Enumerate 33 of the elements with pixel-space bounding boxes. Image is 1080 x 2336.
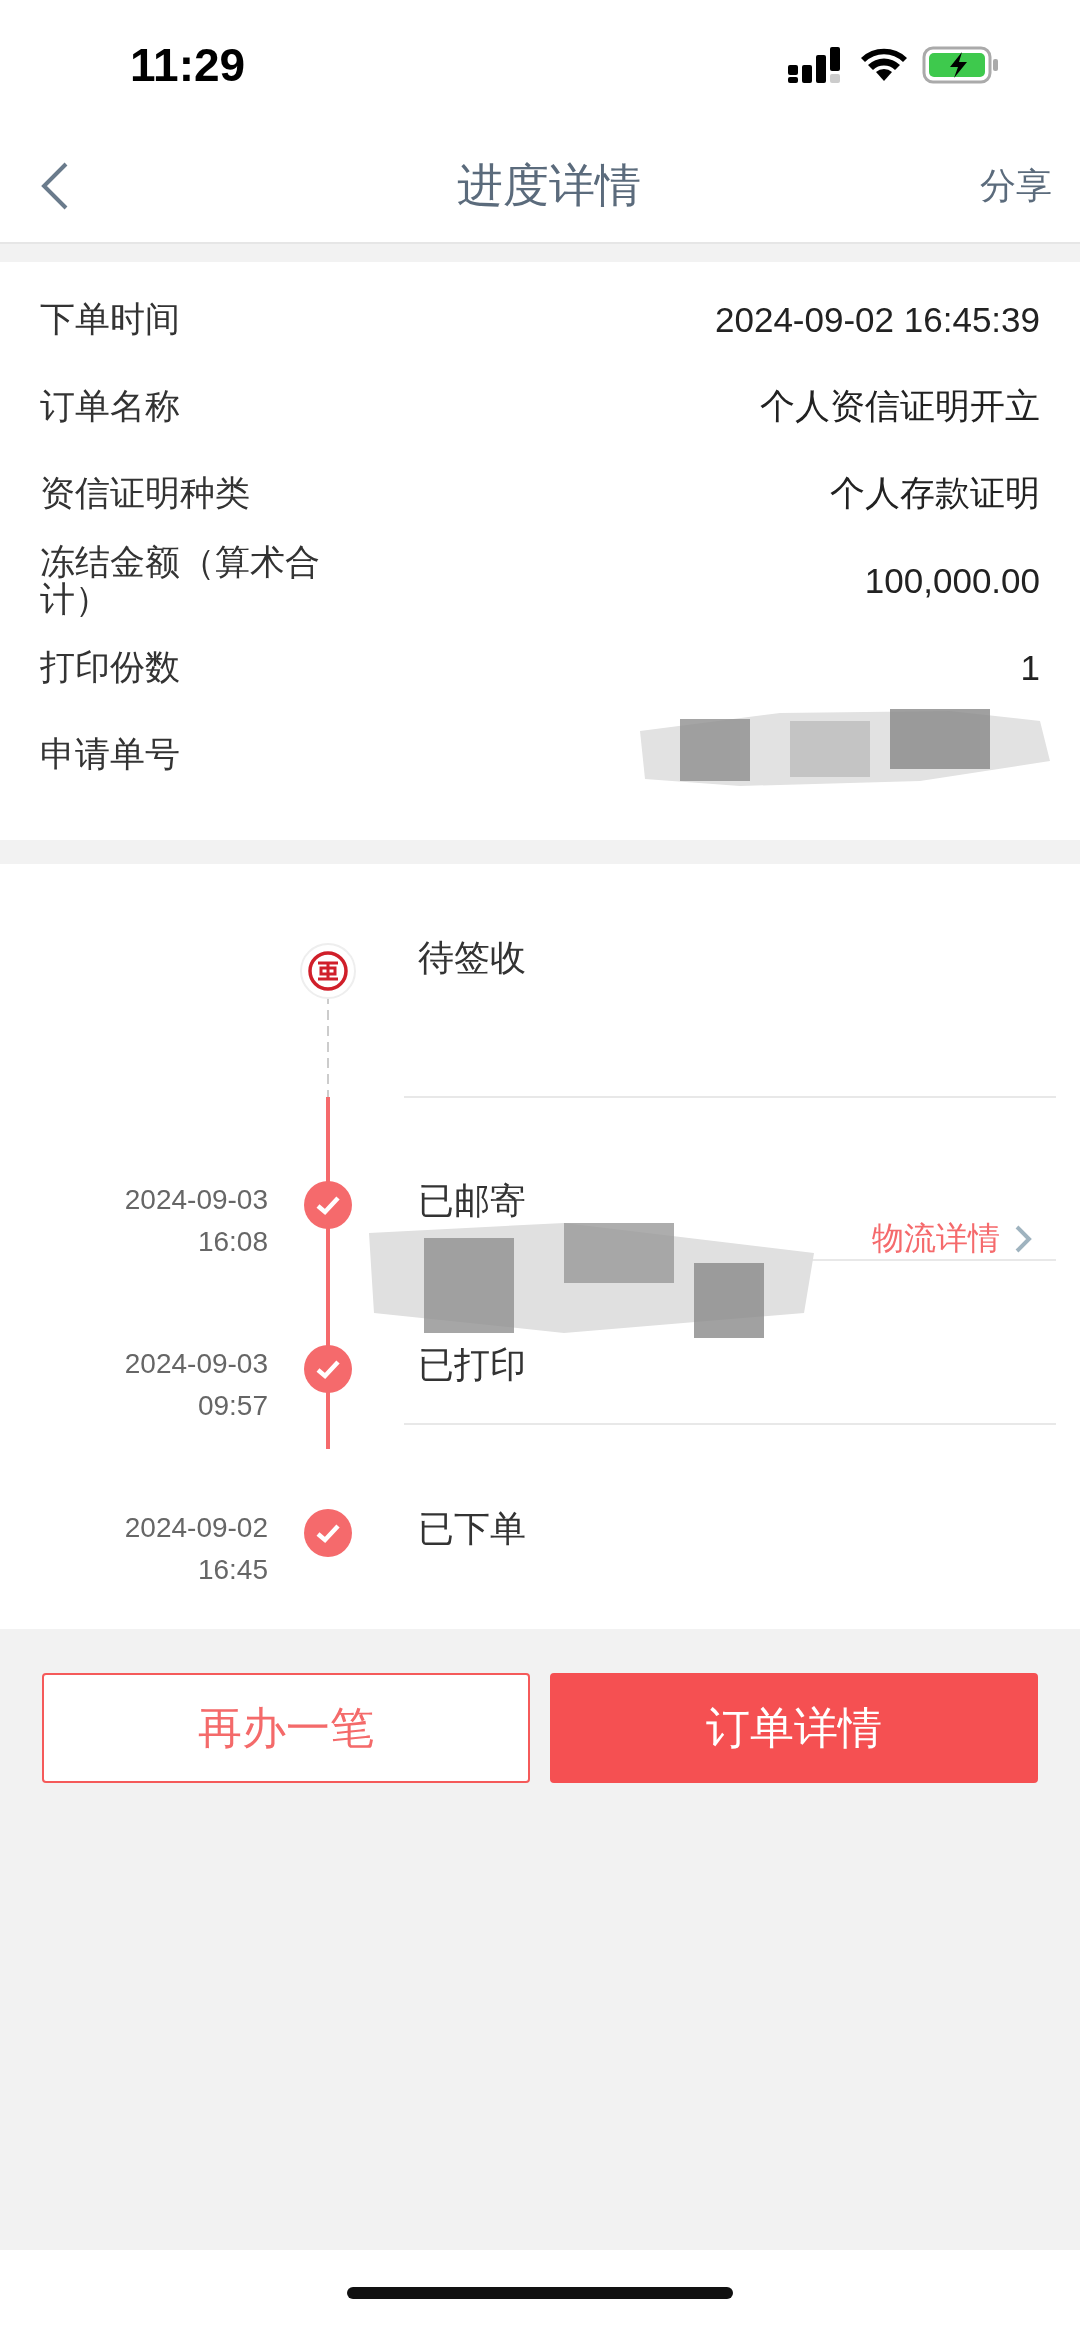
step-time: 16:08 [197, 1225, 268, 1259]
field-value: 100,000.00 [864, 560, 1040, 601]
wifi-icon [860, 47, 908, 83]
field-value: 个人存款证明 [830, 472, 1040, 514]
field-label: 申请单号 [40, 736, 181, 773]
step-date: 2024-09-03 [124, 1183, 268, 1217]
step-status: 待签收 [417, 936, 527, 980]
step-status: 已打印 [417, 1343, 527, 1387]
back-icon[interactable] [40, 161, 70, 211]
field-label: 冻结金额（算术合计） [40, 543, 321, 618]
field-value: 2024-09-02 16:45:39 [715, 299, 1040, 340]
step-status: 已下单 [417, 1507, 527, 1551]
step-date: 2024-09-03 [124, 1347, 268, 1381]
action-button[interactable]: 订单详情 [550, 1673, 1038, 1783]
battery-icon [922, 46, 1000, 84]
field-label: 资信证明种类 [40, 475, 251, 512]
field-label: 打印份数 [40, 649, 181, 686]
bank-logo-icon [299, 942, 357, 1000]
field-value: 1 [1020, 647, 1040, 688]
step-time: 16:45 [197, 1553, 268, 1587]
clock-time: 11:29 [130, 38, 246, 92]
share-link[interactable]: 分享 [980, 161, 1052, 211]
step-time: 09:57 [197, 1389, 268, 1423]
action-button[interactable]: 再办一笔 [42, 1673, 530, 1783]
chevron-right-icon [1014, 1224, 1032, 1254]
step-date: 2024-09-02 [124, 1511, 268, 1545]
check-icon [304, 1509, 352, 1557]
field-label: 订单名称 [40, 388, 181, 425]
logistics-link[interactable]: 物流详情 [872, 1217, 1000, 1261]
page-title: 进度详情 [456, 157, 642, 214]
step-status: 已邮寄 [417, 1179, 527, 1223]
field-value: 个人资信证明开立 [760, 385, 1040, 427]
field-label: 下单时间 [40, 301, 181, 338]
